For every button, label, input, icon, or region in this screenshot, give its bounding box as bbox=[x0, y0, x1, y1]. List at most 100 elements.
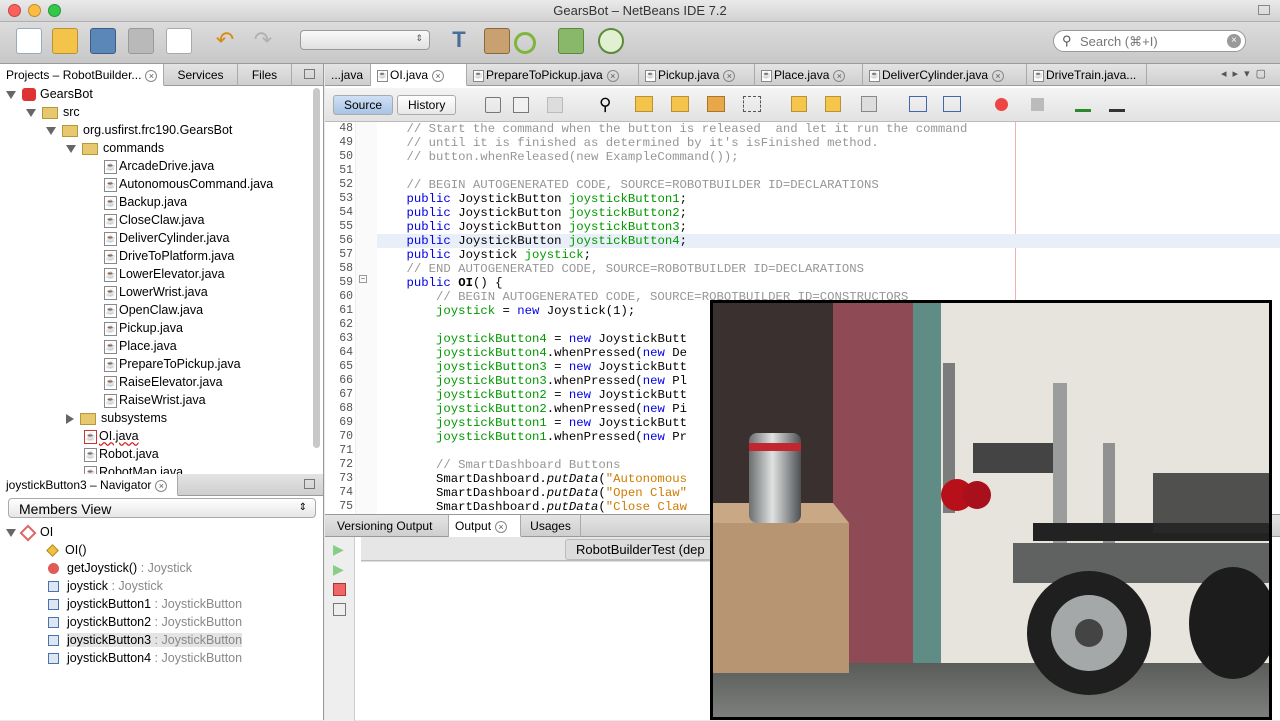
expanded-icon[interactable] bbox=[6, 90, 16, 99]
minimize-panel-icon[interactable] bbox=[304, 479, 315, 489]
expanded-icon[interactable] bbox=[66, 144, 76, 153]
code-line[interactable]: // END AUTOGENERATED CODE, SOURCE=ROBOTB… bbox=[377, 262, 1280, 276]
editor-tab[interactable]: ☕ Place.java × bbox=[755, 64, 863, 86]
code-line[interactable]: public Joystick joystick; bbox=[377, 248, 1280, 262]
close-icon[interactable]: × bbox=[606, 69, 619, 82]
tree-file-oi[interactable]: ☕ OI.java bbox=[84, 429, 139, 447]
previous-bookmark-icon[interactable] bbox=[791, 96, 807, 112]
last-edit-icon[interactable] bbox=[485, 97, 501, 113]
fullscreen-icon[interactable] bbox=[1258, 5, 1270, 15]
tab-output[interactable]: Output × bbox=[449, 515, 521, 537]
search-field[interactable]: ⚲ Search (⌘+I) × bbox=[1053, 30, 1246, 52]
tree-file-robotmap[interactable]: ☕ RobotMap.java bbox=[84, 465, 183, 474]
members-view-select[interactable]: Members View ⇕ bbox=[8, 498, 316, 518]
back-icon[interactable] bbox=[513, 97, 529, 113]
tree-command-file[interactable]: ☕ Backup.java bbox=[104, 195, 187, 213]
settings-icon[interactable] bbox=[333, 603, 346, 616]
toggle-highlight-icon[interactable] bbox=[707, 96, 725, 112]
navigator-member[interactable]: joystickButton2 : JoystickButton bbox=[48, 615, 242, 633]
fold-collapse-icon[interactable]: − bbox=[359, 275, 367, 283]
code-line[interactable]: public JoystickButton joystickButton2; bbox=[377, 206, 1280, 220]
tree-command-file[interactable]: ☕ DeliverCylinder.java bbox=[104, 231, 229, 249]
tree-command-file[interactable]: ☕ OpenClaw.java bbox=[104, 303, 203, 321]
minimize-panel-icon[interactable] bbox=[304, 69, 315, 79]
new-file-icon[interactable] bbox=[16, 28, 42, 54]
tree-command-file[interactable]: ☕ LowerElevator.java bbox=[104, 267, 225, 285]
rectangular-selection-icon[interactable] bbox=[743, 96, 761, 112]
profile-project-icon[interactable] bbox=[598, 28, 624, 54]
shift-right-icon[interactable] bbox=[943, 96, 961, 112]
find-previous-icon[interactable] bbox=[635, 96, 653, 112]
tree-commands[interactable]: commands bbox=[66, 141, 164, 159]
tree-file-robot[interactable]: ☕ Robot.java bbox=[84, 447, 159, 465]
navigator-member[interactable]: joystick : Joystick bbox=[48, 579, 163, 597]
tree-command-file[interactable]: ☕ AutonomousCommand.java bbox=[104, 177, 273, 195]
editor-tab[interactable]: ☕ PrepareToPickup.java × bbox=[467, 64, 639, 86]
tree-command-file[interactable]: ☕ CloseClaw.java bbox=[104, 213, 204, 231]
navigator-member[interactable]: joystickButton3 : JoystickButton bbox=[48, 633, 243, 651]
close-icon[interactable]: × bbox=[992, 69, 1005, 82]
shift-left-icon[interactable] bbox=[909, 96, 927, 112]
navigator-member[interactable]: getJoystick() : Joystick bbox=[48, 561, 192, 579]
tree-command-file[interactable]: ☕ ArcadeDrive.java bbox=[104, 159, 214, 177]
code-line[interactable]: // BEGIN AUTOGENERATED CODE, SOURCE=ROBO… bbox=[377, 178, 1280, 192]
output-subtab[interactable]: RobotBuilderTest (dep bbox=[565, 539, 716, 560]
tab-projects[interactable]: Projects – RobotBuilder... × bbox=[0, 64, 164, 86]
find-next-icon[interactable] bbox=[671, 96, 689, 112]
profile-icon[interactable] bbox=[166, 28, 192, 54]
tab-services[interactable]: Services bbox=[164, 64, 238, 86]
save-all-icon[interactable] bbox=[128, 28, 154, 54]
tab-files[interactable]: Files bbox=[238, 64, 292, 86]
close-icon[interactable]: × bbox=[833, 69, 846, 82]
tree-command-file[interactable]: ☕ Pickup.java bbox=[104, 321, 183, 339]
run-project-icon[interactable] bbox=[514, 32, 536, 54]
navigator-member[interactable]: joystickButton4 : JoystickButton bbox=[48, 651, 242, 669]
find-icon[interactable]: ⚲ bbox=[599, 95, 611, 115]
undo-icon[interactable]: ↶ bbox=[212, 28, 238, 54]
tab-versioning-output[interactable]: Versioning Output bbox=[331, 515, 449, 537]
output-content[interactable] bbox=[361, 561, 761, 721]
configuration-select[interactable]: ⇕ bbox=[300, 30, 430, 50]
clear-search-icon[interactable]: × bbox=[1227, 34, 1241, 48]
stop-macro-icon[interactable] bbox=[1031, 98, 1044, 111]
close-icon[interactable]: × bbox=[432, 69, 445, 82]
navigator-member[interactable]: OI() bbox=[46, 543, 87, 561]
next-bookmark-icon[interactable] bbox=[825, 96, 841, 112]
build-hammer-icon[interactable]: T bbox=[446, 28, 472, 54]
editor-tab[interactable]: ☕ Pickup.java × bbox=[639, 64, 755, 86]
validate-xml-icon[interactable] bbox=[1109, 96, 1125, 112]
close-icon[interactable]: × bbox=[145, 69, 158, 82]
debug-project-icon[interactable] bbox=[558, 28, 584, 54]
tree-command-file[interactable]: ☕ PrepareToPickup.java bbox=[104, 357, 241, 375]
tree-root[interactable]: GearsBot bbox=[6, 87, 93, 105]
tab-navigator[interactable]: joystickButton3 – Navigator × bbox=[0, 474, 178, 496]
expanded-icon[interactable] bbox=[46, 126, 56, 135]
collapsed-icon[interactable] bbox=[66, 413, 74, 424]
tree-command-file[interactable]: ☕ RaiseElevator.java bbox=[104, 375, 223, 393]
check-file-icon[interactable] bbox=[1075, 96, 1091, 112]
tree-src[interactable]: src bbox=[26, 105, 80, 123]
expanded-icon[interactable] bbox=[26, 108, 36, 117]
rerun-options-icon[interactable]: ▶ bbox=[333, 561, 344, 578]
projects-scrollbar[interactable] bbox=[313, 88, 320, 448]
editor-tab[interactable]: ☕ DriveTrain.java... bbox=[1027, 64, 1147, 86]
forward-icon[interactable] bbox=[547, 97, 563, 113]
redo-icon[interactable]: ↷ bbox=[250, 28, 276, 54]
navigator-class[interactable]: OI bbox=[6, 524, 53, 543]
code-line[interactable]: public OI() { bbox=[377, 276, 1280, 290]
code-line[interactable]: // until it is finished as determined by… bbox=[377, 136, 1280, 150]
tab-usages[interactable]: Usages bbox=[521, 515, 581, 537]
close-icon[interactable]: × bbox=[723, 69, 736, 82]
rerun-icon[interactable]: ▶ bbox=[333, 541, 344, 558]
source-button[interactable]: Source bbox=[333, 95, 394, 115]
close-icon[interactable]: × bbox=[495, 520, 508, 533]
code-line[interactable] bbox=[377, 164, 1280, 178]
new-project-icon[interactable] bbox=[52, 28, 78, 54]
editor-tab[interactable]: ☕ OI.java × bbox=[371, 64, 467, 86]
code-line[interactable]: // button.whenReleased(new ExampleComman… bbox=[377, 150, 1280, 164]
editor-tab[interactable]: ...java bbox=[325, 64, 371, 86]
expanded-icon[interactable] bbox=[6, 528, 16, 537]
stop-icon[interactable] bbox=[333, 583, 346, 596]
toggle-bookmark-icon[interactable] bbox=[861, 96, 877, 112]
editor-tab[interactable]: ☕ DeliverCylinder.java × bbox=[863, 64, 1027, 86]
